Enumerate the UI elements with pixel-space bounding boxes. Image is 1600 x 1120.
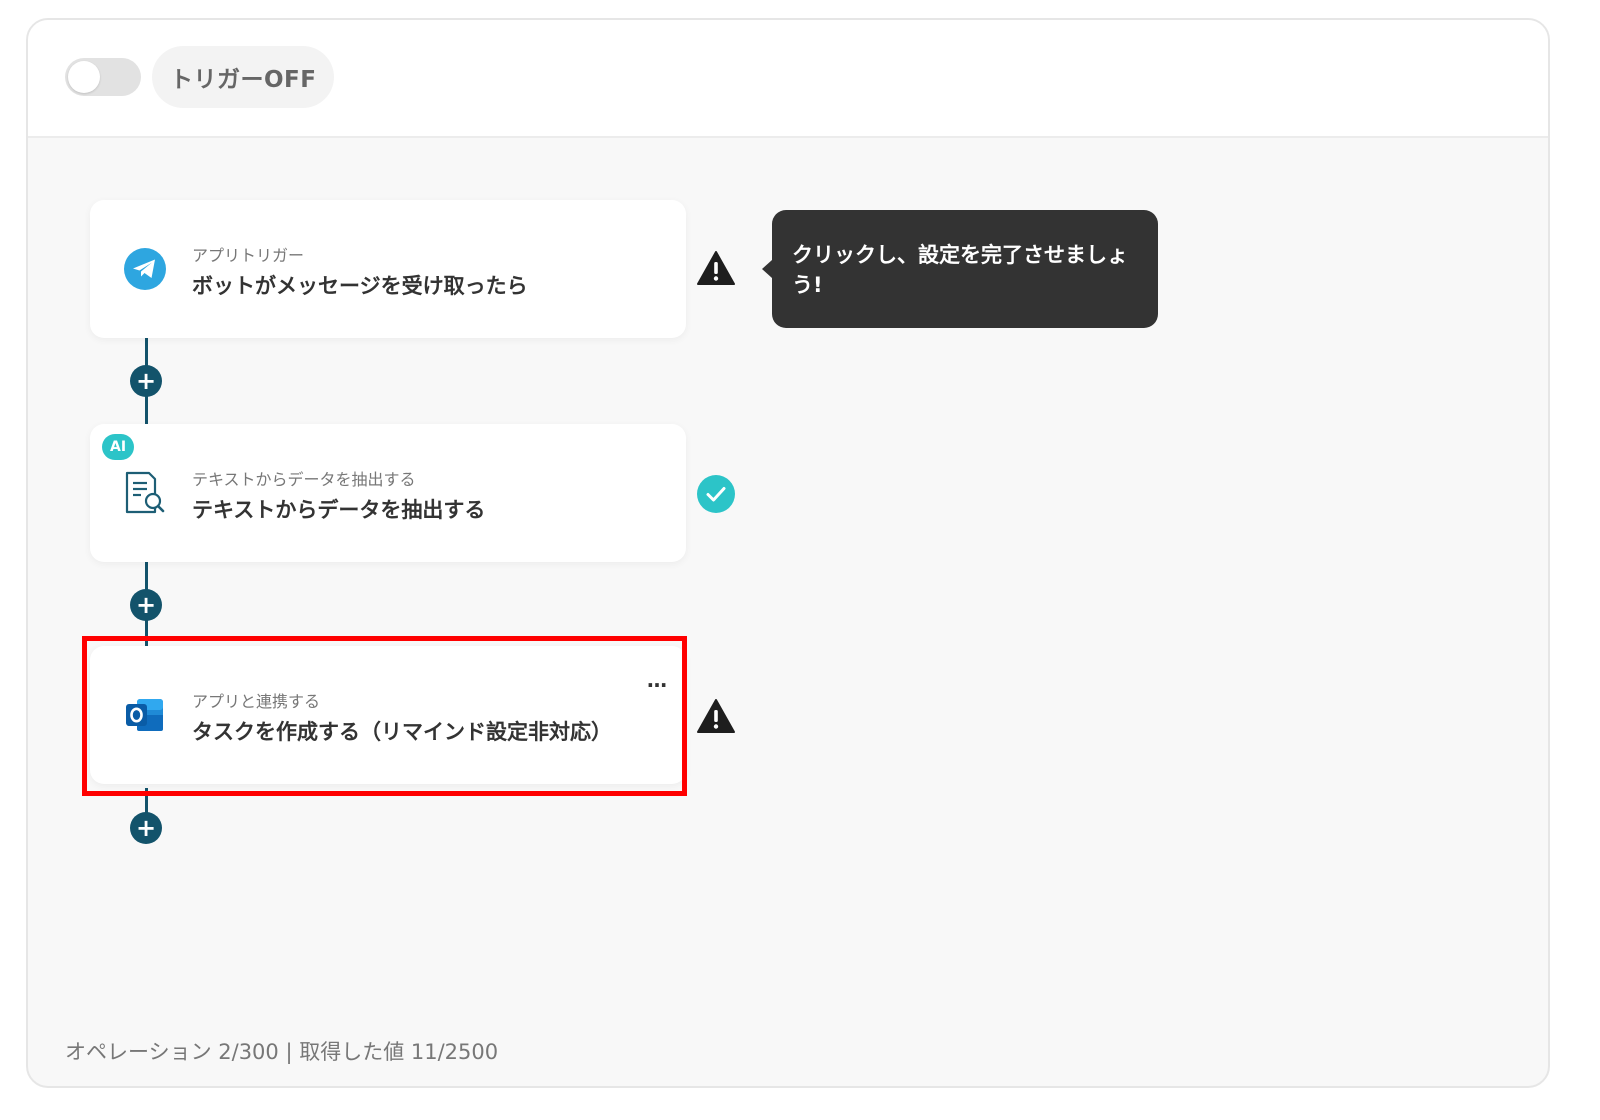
step-title: テキストからデータを抽出する bbox=[192, 498, 486, 522]
warning-icon bbox=[696, 248, 736, 288]
step-subtitle: テキストからデータを抽出する bbox=[192, 470, 416, 489]
add-step-button[interactable]: + bbox=[130, 812, 162, 844]
step-card-ai-extract[interactable]: AI テキストからデータを抽出する テキストからデータを抽出する bbox=[90, 424, 686, 562]
usage-stats: オペレーション 2/300 | 取得した値 11/2500 bbox=[65, 1040, 499, 1064]
check-icon bbox=[696, 474, 736, 514]
setup-tooltip: クリックし、設定を完了させましょう! bbox=[762, 210, 1158, 328]
document-search-icon bbox=[122, 470, 168, 516]
telegram-icon bbox=[122, 246, 168, 292]
step-card-trigger[interactable]: アプリトリガー ボットがメッセージを受け取ったら bbox=[90, 200, 686, 338]
add-step-button[interactable]: + bbox=[130, 589, 162, 621]
flow-header: トリガーOFF bbox=[28, 20, 1548, 138]
ai-badge: AI bbox=[102, 434, 135, 460]
step-title: ボットがメッセージを受け取ったら bbox=[192, 274, 528, 298]
trigger-toggle[interactable] bbox=[65, 58, 141, 96]
flow-editor-frame: トリガーOFF + + + アプリトリガー ボットがメッセージを受け取ったら ク… bbox=[26, 18, 1550, 1088]
step-subtitle: アプリトリガー bbox=[192, 246, 305, 265]
add-step-button[interactable]: + bbox=[130, 365, 162, 397]
selection-highlight bbox=[82, 636, 687, 796]
toggle-knob bbox=[68, 61, 100, 93]
trigger-status-label: トリガーOFF bbox=[152, 46, 335, 108]
warning-icon bbox=[696, 696, 736, 736]
